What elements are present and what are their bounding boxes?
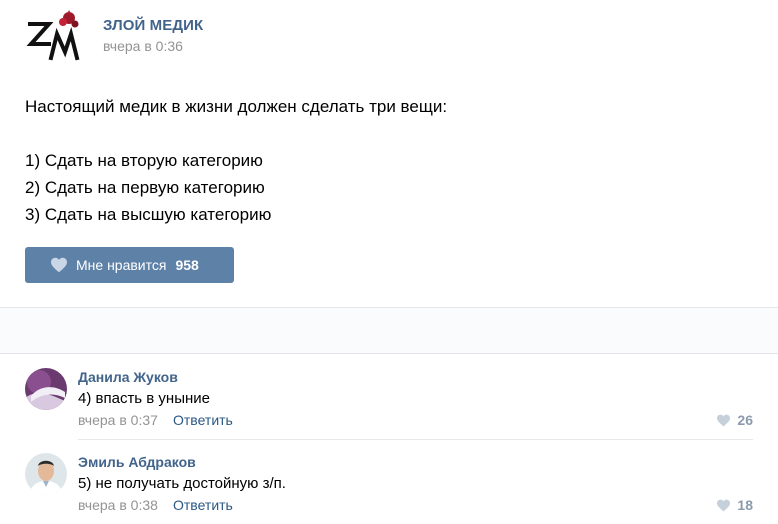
post-text-line bbox=[25, 120, 447, 147]
heart-icon bbox=[717, 414, 731, 426]
post-text-line: Настоящий медик в жизни должен сделать т… bbox=[25, 97, 448, 116]
comment: Данила Жуков 4) впасть в уныние вчера в … bbox=[0, 355, 778, 439]
comment-time[interactable]: вчера в 0:37 bbox=[78, 412, 158, 428]
post-text-line: 2) Сдать на первую категорию bbox=[25, 178, 265, 197]
avatar[interactable] bbox=[25, 453, 67, 495]
comment-like-button[interactable]: 18 bbox=[716, 497, 753, 513]
post-separator bbox=[0, 307, 778, 354]
comment-author[interactable]: Данила Жуков bbox=[78, 369, 178, 385]
group-logo[interactable] bbox=[25, 8, 83, 64]
post-text-line: 1) Сдать на вторую категорию bbox=[25, 151, 263, 170]
heart-icon bbox=[51, 257, 67, 273]
comment-text: 4) впасть в уныние bbox=[78, 390, 210, 407]
post-text: Настоящий медик в жизни должен сделать т… bbox=[25, 93, 447, 228]
comment-like-count: 26 bbox=[737, 412, 753, 428]
comment-text: 5) не получать достойную з/п. bbox=[78, 475, 286, 492]
comment-like-button[interactable]: 26 bbox=[716, 412, 753, 428]
like-label: Мне нравится bbox=[76, 257, 167, 273]
comment-author[interactable]: Эмиль Абдраков bbox=[78, 454, 196, 470]
like-button[interactable]: Мне нравится 958 bbox=[25, 247, 234, 283]
post-author[interactable]: ЗЛОЙ МЕДИК bbox=[103, 17, 203, 34]
heart-icon bbox=[717, 499, 731, 511]
like-count: 958 bbox=[175, 257, 199, 273]
post-time[interactable]: вчера в 0:36 bbox=[103, 38, 183, 54]
avatar[interactable] bbox=[25, 368, 67, 410]
reply-link[interactable]: Ответить bbox=[173, 412, 233, 428]
reply-link[interactable]: Ответить bbox=[173, 497, 233, 513]
comment-time[interactable]: вчера в 0:38 bbox=[78, 497, 158, 513]
comment-like-count: 18 bbox=[737, 497, 753, 513]
comment: Эмиль Абдраков 5) не получать достойную … bbox=[0, 440, 778, 524]
post-text-line: 3) Сдать на высшую категорию bbox=[25, 205, 272, 224]
post: ЗЛОЙ МЕДИК вчера в 0:36 Настоящий медик … bbox=[0, 0, 778, 307]
